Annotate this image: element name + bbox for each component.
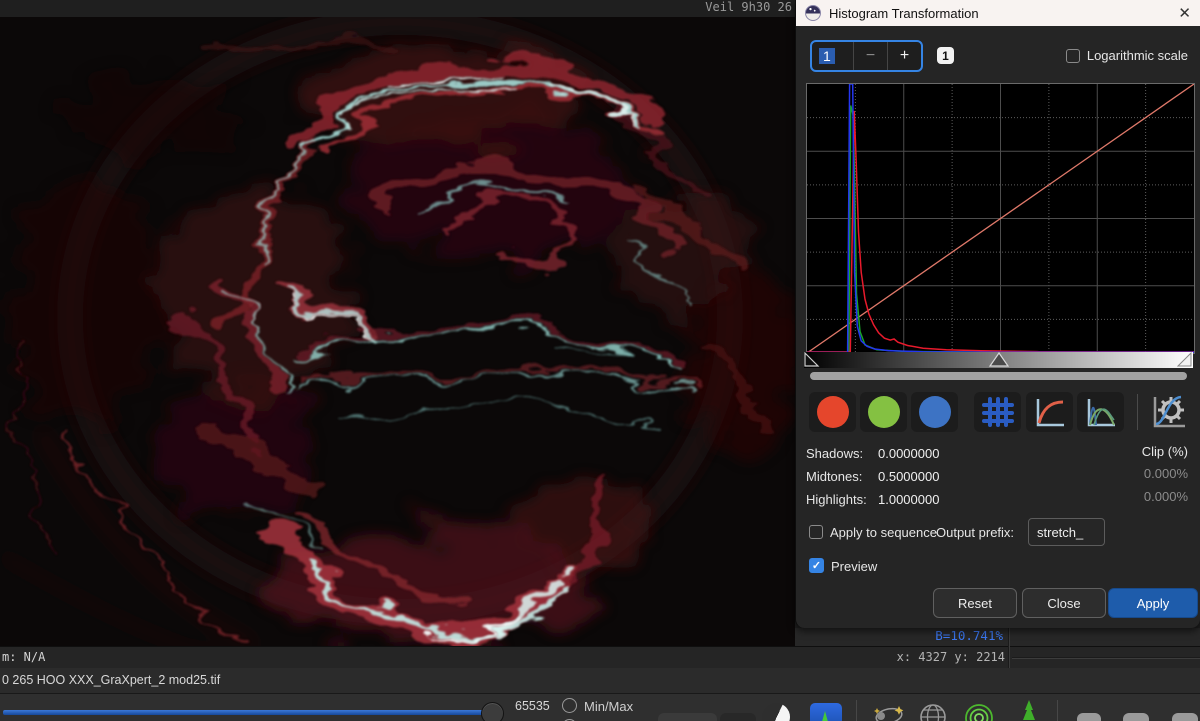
curve-icon — [1036, 399, 1064, 427]
close-icon[interactable]: ✕ — [1178, 6, 1191, 21]
tree-icon[interactable] — [1020, 700, 1038, 721]
spinbox-value[interactable]: 1 — [812, 42, 853, 70]
main-window-title-text: Veil 9h30 26 — [705, 0, 792, 14]
gray-tool-button-3[interactable] — [1172, 713, 1198, 721]
preview-checkbox[interactable]: ✓ — [809, 558, 824, 573]
histogram-transformation-dialog: Histogram Transformation ✕ 1 − + 1 Logar… — [795, 0, 1200, 628]
nebula-image — [0, 17, 795, 646]
toolbar-divider-1 — [856, 700, 857, 721]
midtones-value[interactable]: 0.5000000 — [878, 469, 939, 484]
spinbox-minus-button[interactable]: − — [853, 42, 887, 70]
curve-toggle-button[interactable] — [1026, 392, 1073, 432]
tone-mapping-bar[interactable] — [804, 352, 1193, 368]
sequence-row: Apply to sequence Output prefix: — [809, 518, 1194, 548]
status-horizontal-groove — [1012, 657, 1200, 659]
image-display-icon[interactable] — [810, 703, 842, 721]
comet-tool-icon[interactable] — [872, 702, 906, 721]
clip-shadows-value: 0.000% — [1143, 466, 1188, 481]
status-left-info: m: N/A — [2, 650, 46, 664]
green-channel-button[interactable] — [860, 392, 907, 432]
image-canvas[interactable] — [0, 17, 795, 646]
shadows-marker[interactable] — [804, 352, 820, 368]
dialog-titlebar[interactable]: Histogram Transformation ✕ — [796, 0, 1200, 26]
display-mode-button[interactable] — [658, 713, 717, 721]
autostretch-gear-icon — [1153, 395, 1185, 428]
preview-label: Preview — [831, 559, 878, 574]
degree-spinbox[interactable]: 1 − + — [810, 40, 923, 72]
midtones-label: Midtones: — [806, 469, 863, 484]
pixel-value-blue: B=10.741% — [935, 628, 1003, 643]
clip-percent-label: Clip (%) — [1141, 444, 1188, 459]
dialog-title: Histogram Transformation — [829, 5, 979, 21]
display-range-slider-handle[interactable] — [481, 702, 504, 721]
shadows-value[interactable]: 0.0000000 — [878, 446, 939, 461]
red-channel-button[interactable] — [809, 392, 856, 432]
highlights-label: Highlights: — [806, 492, 867, 507]
blue-channel-icon — [918, 396, 951, 428]
highlights-marker[interactable] — [1177, 352, 1193, 368]
main-window-title: Veil 9h30 26 — [0, 0, 795, 17]
hi-value-label: 65535 — [515, 699, 550, 713]
bottom-toolbar: 65535 Min/Max — [0, 693, 1200, 721]
grid-icon — [981, 397, 1014, 427]
histogram-scrollbar[interactable] — [810, 372, 1187, 380]
output-prefix-label: Output prefix: — [936, 525, 1015, 540]
siril-app-window: Veil 9h30 26 B=10.741% m: N/A x: 4327 y:… — [0, 0, 1200, 721]
reset-button[interactable]: Reset — [933, 588, 1017, 618]
histogram-plot — [806, 83, 1195, 354]
close-button[interactable]: Close — [1022, 588, 1106, 618]
apply-to-sequence-label: Apply to sequence — [830, 525, 937, 540]
histogram-curves-icon — [1087, 399, 1115, 427]
negative-view-icon[interactable] — [762, 703, 790, 721]
autostretch-button[interactable] — [1148, 392, 1188, 432]
gray-tool-button-2[interactable] — [1123, 713, 1149, 721]
display-range-slider[interactable] — [3, 710, 485, 715]
current-filename: 0 265 HOO XXX_GraXpert_2 mod25.tif — [2, 673, 221, 687]
zoom-mode-button[interactable] — [720, 713, 756, 721]
clip-highlights-value: 0.000% — [1143, 489, 1188, 504]
button-divider — [1137, 394, 1138, 430]
annotations-rings-icon[interactable] — [963, 702, 995, 721]
logarithmic-scale-checkbox[interactable] — [1065, 48, 1080, 63]
preview-check-icon: ✓ — [811, 560, 822, 572]
highlights-value[interactable]: 1.0000000 — [878, 492, 939, 507]
red-channel-icon — [816, 396, 849, 428]
cursor-coordinates: x: 4327 y: 2214 — [896, 650, 1005, 664]
image-display-spike — [820, 711, 830, 721]
blue-channel-button[interactable] — [911, 392, 958, 432]
histogram-plot-frame[interactable] — [806, 83, 1195, 354]
siril-logo-icon — [805, 5, 821, 21]
minmax-radio-label: Min/Max — [584, 699, 634, 714]
gray-tool-button-1[interactable] — [1077, 713, 1101, 721]
green-channel-icon — [867, 396, 900, 428]
toolbar-divider-2 — [1057, 700, 1058, 721]
value-badge: 1 — [937, 47, 954, 64]
status-row-filename: 0 265 HOO XXX_GraXpert_2 mod25.tif — [0, 668, 1200, 693]
spinbox-plus-button[interactable]: + — [887, 42, 921, 70]
grid-toggle-button[interactable] — [974, 392, 1021, 432]
pixel-readout-strip: B=10.741% — [795, 628, 1200, 646]
histogram-toggle-button[interactable] — [1077, 392, 1124, 432]
log-scale-row: Logarithmic scale — [1065, 48, 1188, 63]
midtones-marker[interactable] — [989, 352, 1009, 368]
shadows-label: Shadows: — [806, 446, 864, 461]
globe-icon[interactable] — [918, 702, 948, 721]
minmax-radio[interactable] — [562, 698, 577, 713]
logarithmic-scale-label: Logarithmic scale — [1086, 48, 1188, 63]
apply-button[interactable]: Apply — [1108, 588, 1198, 618]
apply-to-sequence-checkbox[interactable] — [809, 525, 823, 539]
output-prefix-input[interactable] — [1028, 518, 1105, 546]
